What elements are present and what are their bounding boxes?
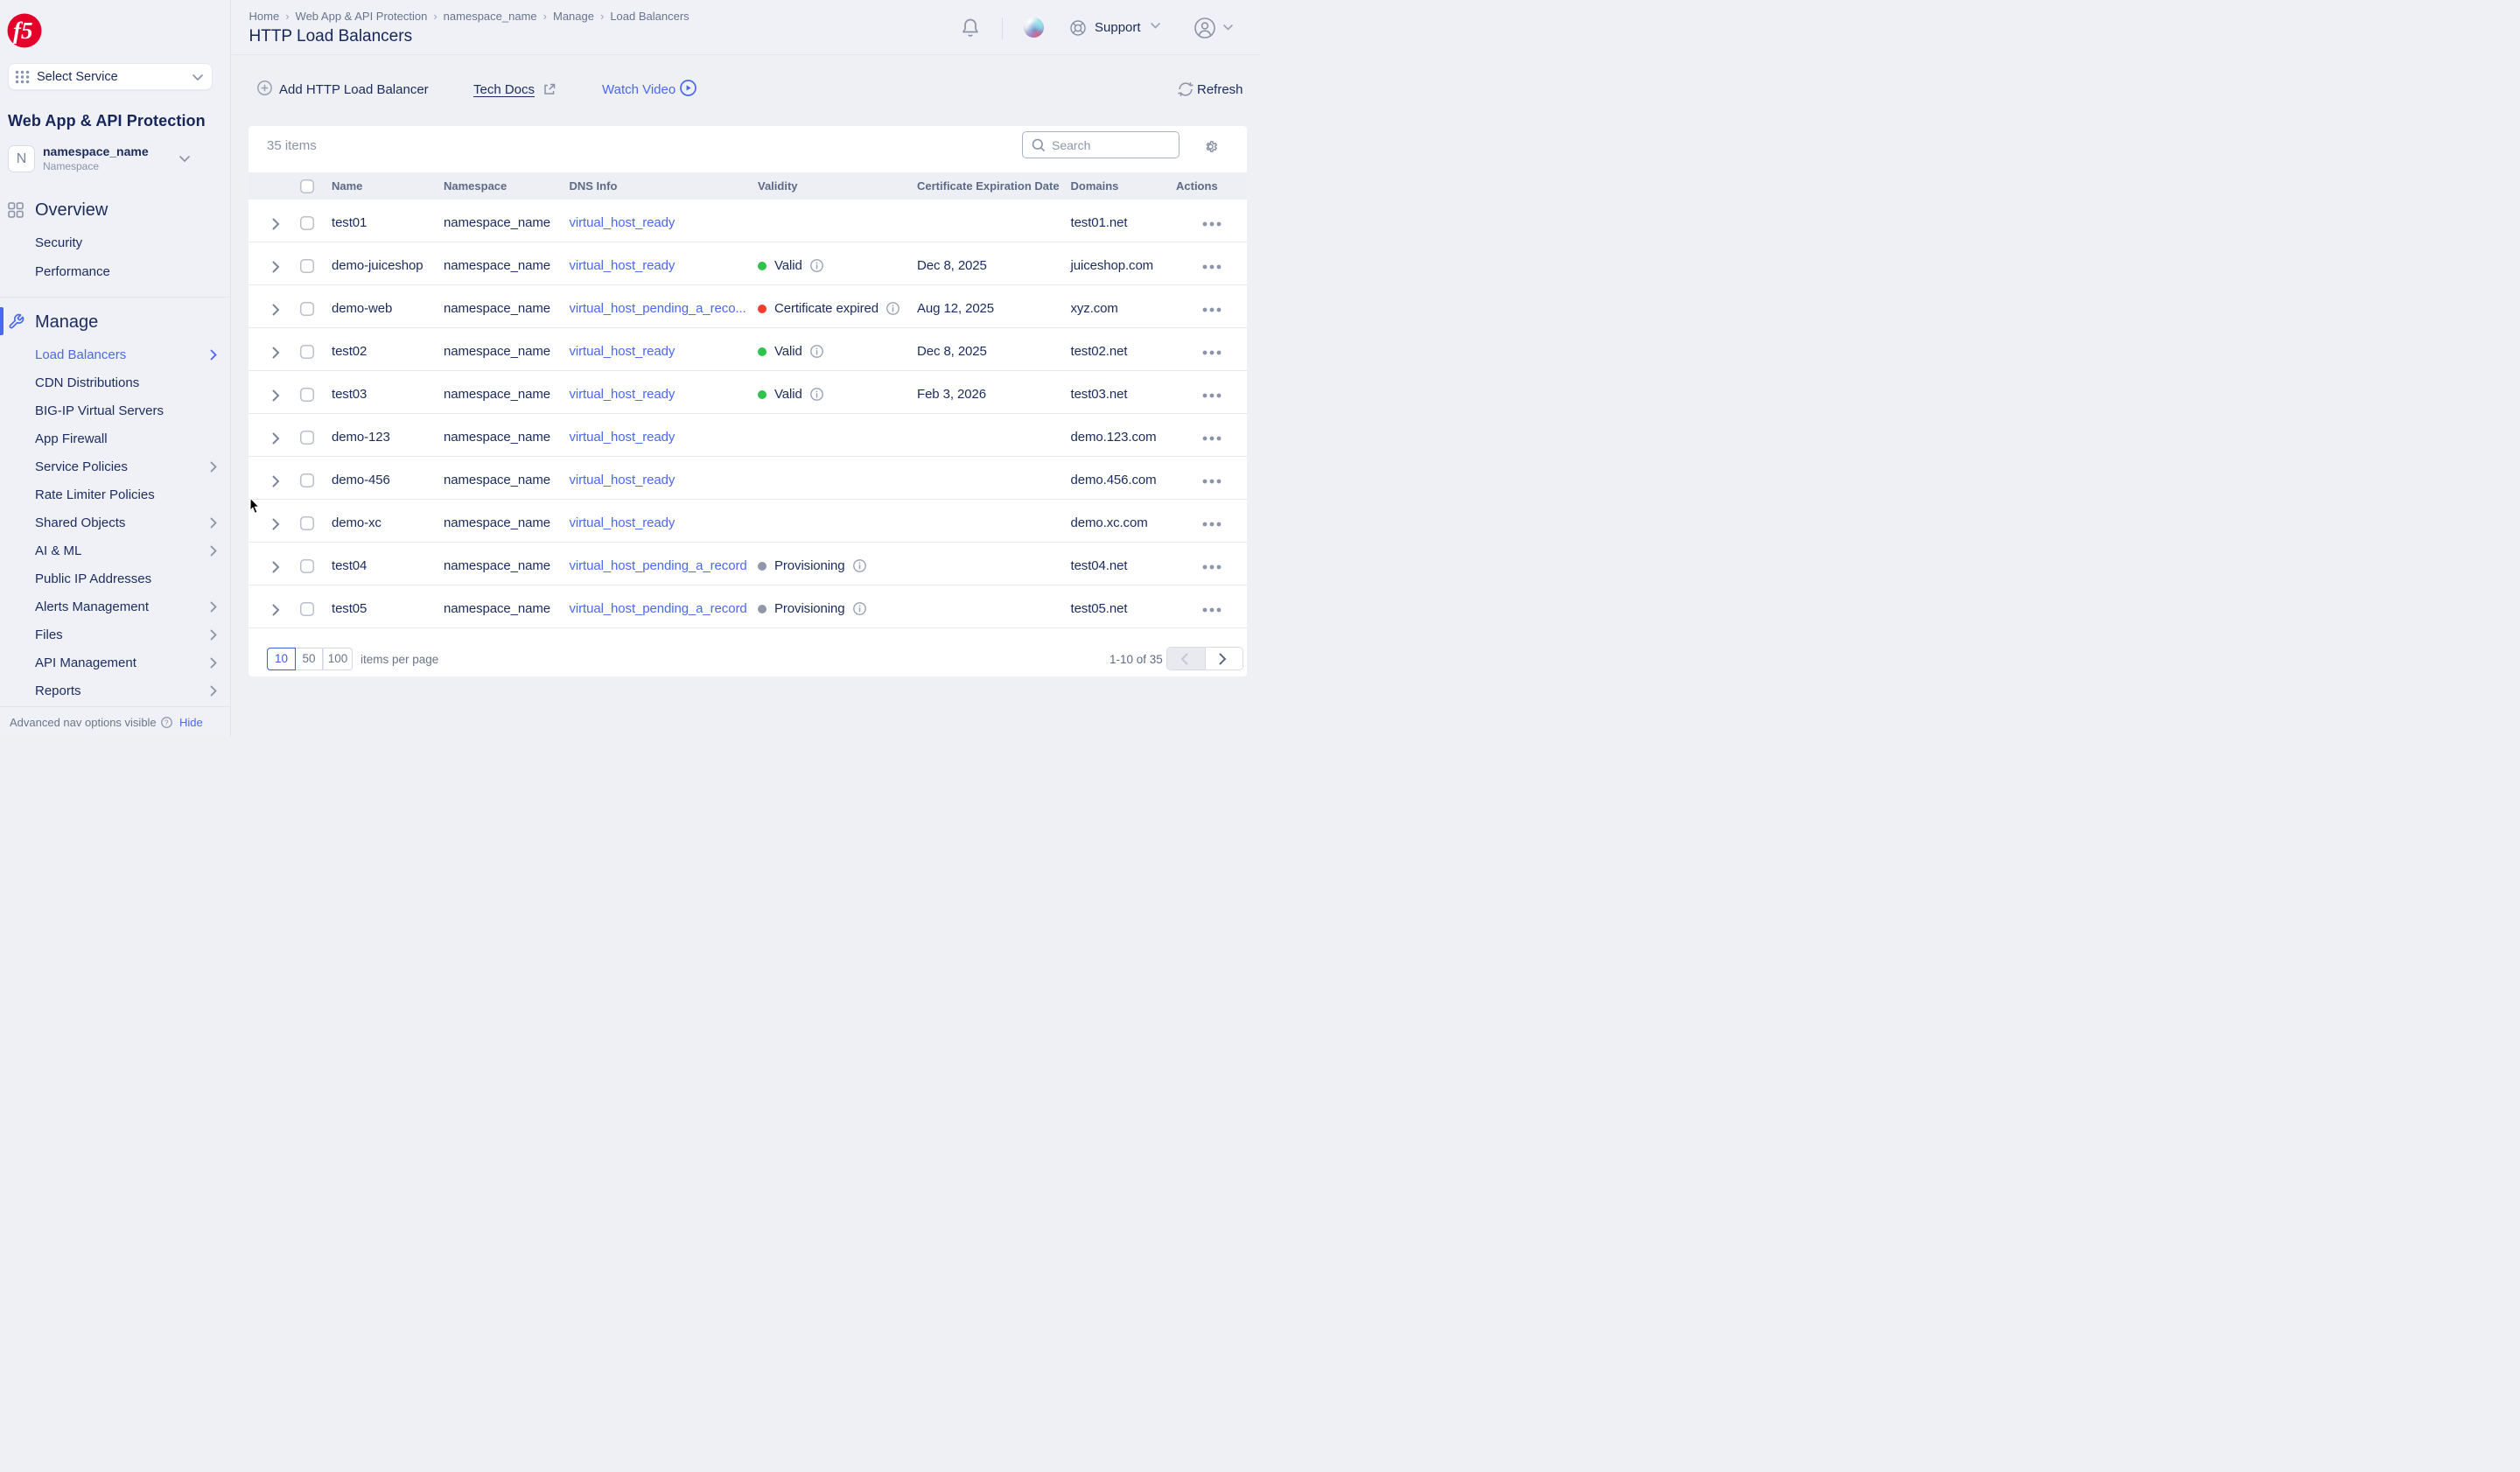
svg-text:f5: f5	[13, 18, 33, 44]
svg-text:?: ?	[164, 718, 169, 726]
